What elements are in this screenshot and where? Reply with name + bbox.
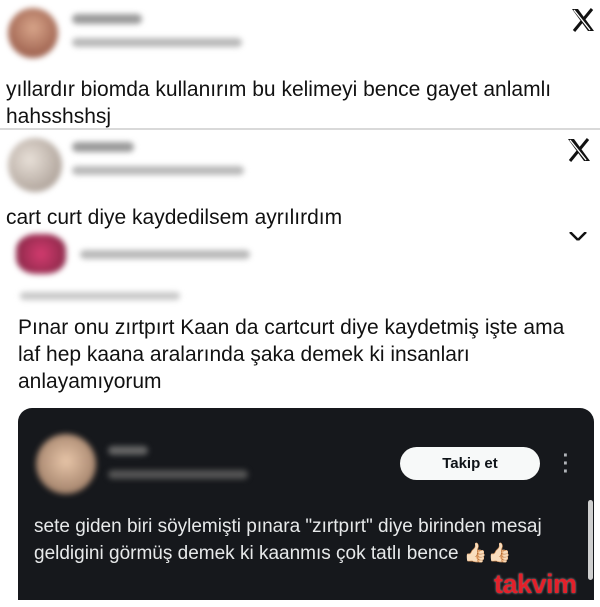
handle-follow xyxy=(72,38,242,47)
handle xyxy=(108,470,248,479)
x-logo-icon[interactable] xyxy=(568,232,590,242)
tweet-text: yıllardır biomda kullanırım bu kelimeyi … xyxy=(6,78,552,128)
svg-text:takvim: takvim xyxy=(494,569,577,599)
x-logo-icon[interactable] xyxy=(566,138,592,162)
avatar[interactable] xyxy=(8,8,58,58)
takvim-logo-icon: takvim xyxy=(494,569,577,599)
follow-button[interactable]: Takip et xyxy=(400,447,540,480)
avatar[interactable] xyxy=(16,234,66,274)
handle-follow xyxy=(72,166,244,175)
avatar[interactable] xyxy=(8,138,62,192)
display-name[interactable] xyxy=(72,142,134,152)
more-dots-icon[interactable]: · · · xyxy=(559,446,573,482)
tweet-card-3: Pınar onu zırtpırt Kaan da cartcurt diye… xyxy=(0,230,600,408)
replying-to xyxy=(20,292,180,300)
tweet-text: Pınar onu zırtpırt Kaan da cartcurt diye… xyxy=(18,316,565,393)
avatar[interactable] xyxy=(36,434,96,494)
tweet-card-1: yıllardır biomda kullanırım bu kelimeyi … xyxy=(0,0,600,128)
display-name[interactable] xyxy=(108,446,148,455)
takvim-logo: takvim xyxy=(492,566,600,600)
display-name[interactable] xyxy=(72,14,142,24)
tweet-text: cart curt diye kaydedilsem ayrılırdım xyxy=(6,206,343,229)
post-text: sete giden biri söylemişti pınara "zırtp… xyxy=(34,516,542,564)
handle-follow xyxy=(80,250,250,259)
x-logo-icon[interactable] xyxy=(570,8,596,32)
tweet-card-2: cart curt diye kaydedilsem ayrılırdım xyxy=(0,130,600,229)
